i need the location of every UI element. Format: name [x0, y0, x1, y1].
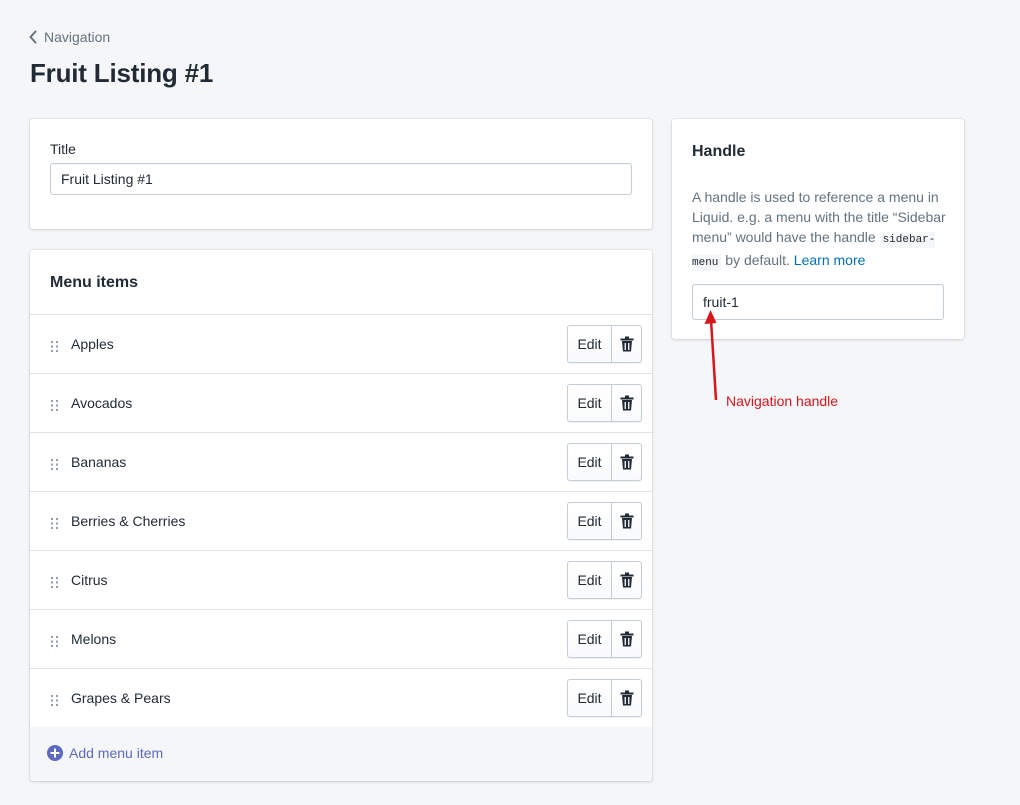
menu-items-list: Apples Edit Avocados Edit Bananas Edit B… — [30, 314, 652, 728]
drag-handle-icon[interactable] — [51, 577, 58, 588]
menu-item-actions: Edit — [567, 325, 642, 363]
learn-more-link[interactable]: Learn more — [794, 252, 866, 268]
handle-help-suffix: by default. — [721, 252, 794, 268]
delete-button[interactable] — [611, 679, 642, 717]
drag-handle-icon[interactable] — [51, 695, 58, 706]
annotation-arrow-icon — [704, 310, 718, 401]
menu-item-label: Grapes & Pears — [71, 690, 171, 706]
title-input[interactable] — [50, 163, 632, 195]
trash-icon — [620, 336, 633, 352]
menu-item-row: Grapes & Pears Edit — [30, 669, 652, 728]
trash-icon — [620, 572, 633, 588]
trash-icon — [620, 631, 633, 647]
menu-item-actions: Edit — [567, 679, 642, 717]
handle-help-text: A handle is used to reference a menu in … — [692, 187, 948, 273]
delete-button[interactable] — [611, 325, 642, 363]
menu-item-actions: Edit — [567, 443, 642, 481]
edit-button[interactable]: Edit — [567, 443, 612, 481]
menu-item-label: Citrus — [71, 572, 108, 588]
annotation-label: Navigation handle — [726, 393, 839, 409]
edit-button[interactable]: Edit — [567, 502, 612, 540]
trash-icon — [620, 690, 633, 706]
drag-handle-icon[interactable] — [51, 636, 58, 647]
delete-button[interactable] — [611, 384, 642, 422]
drag-handle-icon[interactable] — [51, 459, 58, 470]
title-field-label: Title — [50, 141, 76, 157]
menu-item-label: Apples — [71, 336, 114, 352]
menu-item-row: Citrus Edit — [30, 551, 652, 610]
edit-button[interactable]: Edit — [567, 561, 612, 599]
handle-input[interactable] — [692, 284, 944, 320]
menu-item-label: Melons — [71, 631, 117, 647]
trash-icon — [620, 513, 633, 529]
menu-item-actions: Edit — [567, 384, 642, 422]
trash-icon — [620, 395, 633, 411]
menu-item-label: Berries & Cherries — [71, 513, 186, 529]
trash-icon — [620, 454, 633, 470]
breadcrumb-label: Navigation — [44, 29, 111, 45]
edit-button[interactable]: Edit — [567, 325, 612, 363]
plus-circle-icon — [47, 745, 63, 761]
page-title: Fruit Listing #1 — [30, 58, 214, 88]
add-menu-item-label: Add menu item — [69, 745, 164, 761]
edit-button[interactable]: Edit — [567, 679, 612, 717]
edit-button[interactable]: Edit — [567, 384, 612, 422]
title-card: Title — [30, 119, 652, 229]
menu-item-row: Bananas Edit — [30, 433, 652, 492]
drag-handle-icon[interactable] — [51, 341, 58, 352]
delete-button[interactable] — [611, 620, 642, 658]
chevron-left-icon — [29, 30, 37, 44]
handle-heading: Handle — [692, 143, 746, 160]
menu-item-actions: Edit — [567, 502, 642, 540]
menu-item-actions: Edit — [567, 620, 642, 658]
menu-item-row: Avocados Edit — [30, 374, 652, 433]
delete-button[interactable] — [611, 443, 642, 481]
menu-items-footer: Add menu item — [30, 727, 652, 781]
delete-button[interactable] — [611, 561, 642, 599]
delete-button[interactable] — [611, 502, 642, 540]
menu-items-heading: Menu items — [50, 274, 139, 291]
menu-item-row: Apples Edit — [30, 315, 652, 374]
breadcrumb[interactable]: Navigation — [28, 29, 110, 45]
menu-item-row: Melons Edit — [30, 610, 652, 669]
drag-handle-icon[interactable] — [51, 400, 58, 411]
drag-handle-icon[interactable] — [51, 518, 58, 529]
add-menu-item-button[interactable]: Add menu item — [47, 745, 163, 761]
menu-item-label: Avocados — [71, 395, 133, 411]
menu-items-card: Menu items Apples Edit Avocados Edit Ban… — [30, 250, 652, 781]
edit-button[interactable]: Edit — [567, 620, 612, 658]
menu-item-label: Bananas — [71, 454, 127, 470]
menu-item-row: Berries & Cherries Edit — [30, 492, 652, 551]
menu-item-actions: Edit — [567, 561, 642, 599]
